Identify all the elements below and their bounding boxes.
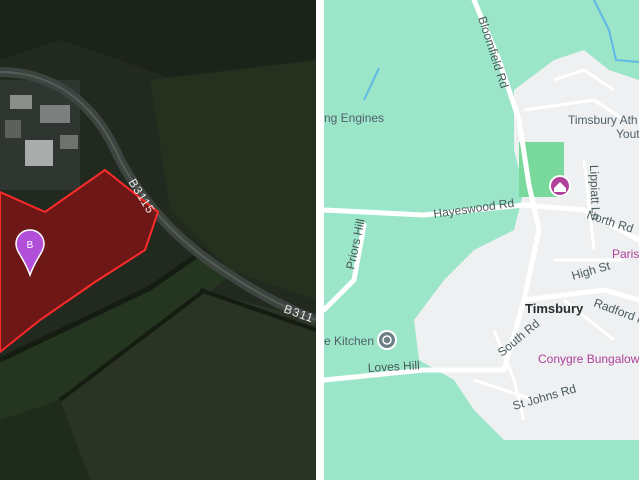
satellite-view[interactable]: B B3115 B311 (0, 0, 316, 480)
marker-label: B (27, 240, 34, 251)
place-label-parish: Paris (612, 247, 639, 261)
town-label: Timsbury (525, 301, 584, 316)
road-label-lippiatt: Lippiatt Ln (587, 165, 603, 221)
place-label-conygre: Conygre Bungalow (538, 352, 639, 366)
home-icon[interactable] (549, 175, 571, 197)
road-label-loves: Loves Hill (367, 358, 420, 375)
place-label-engines: ng Engines (324, 111, 384, 125)
split-view: B B3115 B311 Bloomfield Rd Hayeswood Rd … (0, 0, 639, 480)
place-label-athletic: Timsbury Ath (568, 113, 638, 127)
restaurant-icon[interactable] (377, 330, 397, 350)
place-label-youth: Yout (616, 127, 639, 141)
satellite-canvas: B B3115 B311 (0, 0, 316, 480)
map-canvas: Bloomfield Rd Hayeswood Rd North Rd Lipp… (324, 0, 639, 480)
panel-divider (316, 0, 324, 480)
street-map-view[interactable]: Bloomfield Rd Hayeswood Rd North Rd Lipp… (324, 0, 639, 480)
place-label-kitchen: e Kitchen (324, 334, 374, 348)
